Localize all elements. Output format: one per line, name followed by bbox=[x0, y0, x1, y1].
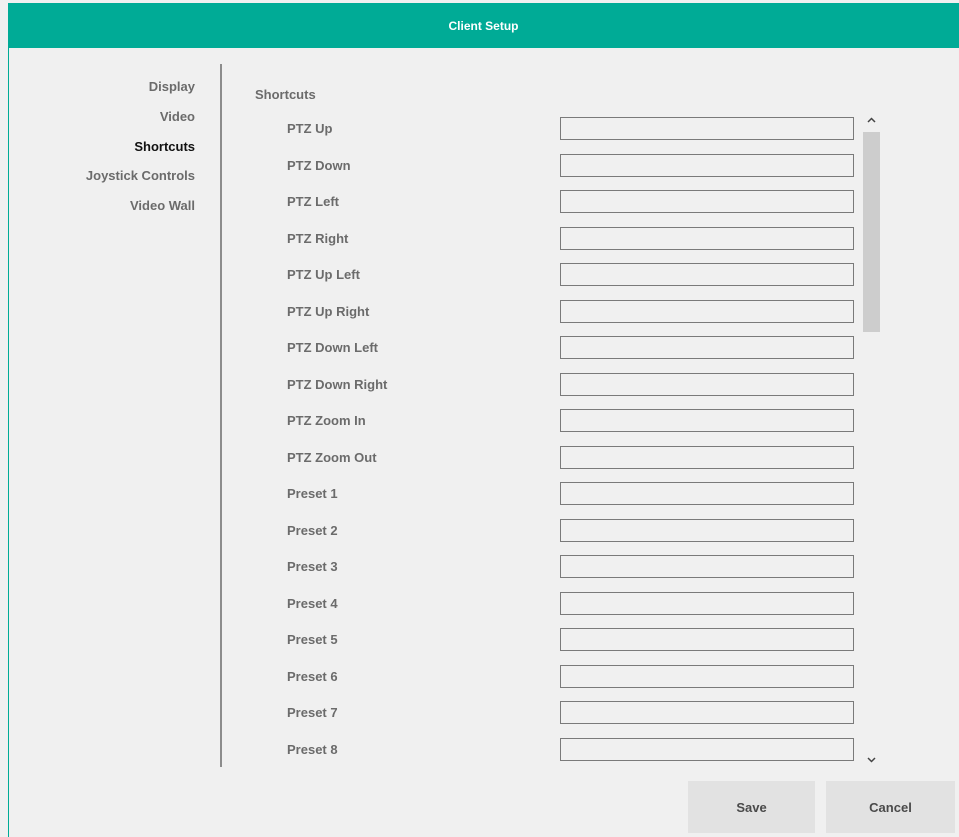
shortcut-key-field[interactable] bbox=[560, 154, 854, 177]
shortcut-label: Preset 4 bbox=[287, 596, 338, 611]
shortcut-label: PTZ Up Left bbox=[287, 267, 360, 282]
shortcut-key-field[interactable] bbox=[560, 263, 854, 286]
shortcut-key-field[interactable] bbox=[560, 300, 854, 323]
shortcut-list-scrollbar[interactable] bbox=[863, 112, 880, 768]
shortcut-label: PTZ Down Right bbox=[287, 377, 388, 392]
shortcut-key-field[interactable] bbox=[560, 665, 854, 688]
shortcut-label: PTZ Down bbox=[287, 158, 351, 173]
scroll-thumb[interactable] bbox=[863, 132, 880, 332]
shortcut-label: Preset 5 bbox=[287, 632, 338, 647]
save-button[interactable]: Save bbox=[688, 781, 815, 833]
shortcut-label: PTZ Down Left bbox=[287, 340, 378, 355]
shortcut-key-field[interactable] bbox=[560, 373, 854, 396]
shortcut-key-field[interactable] bbox=[560, 519, 854, 542]
shortcut-key-field[interactable] bbox=[560, 227, 854, 250]
shortcut-label: PTZ Up bbox=[287, 121, 333, 136]
shortcut-key-field[interactable] bbox=[560, 592, 854, 615]
shortcut-label: Preset 2 bbox=[287, 523, 338, 538]
shortcut-key-field[interactable] bbox=[560, 446, 854, 469]
client-setup-window: Client Setup Display Video Shortcuts Joy… bbox=[0, 0, 959, 837]
section-title: Shortcuts bbox=[255, 87, 316, 102]
shortcut-key-field[interactable] bbox=[560, 190, 854, 213]
shortcut-key-field[interactable] bbox=[560, 336, 854, 359]
shortcut-label: Preset 7 bbox=[287, 705, 338, 720]
window-title: Client Setup bbox=[448, 18, 519, 33]
shortcut-label: PTZ Zoom Out bbox=[287, 450, 377, 465]
window-title-bar: Client Setup bbox=[8, 3, 959, 48]
sidebar-item-shortcuts[interactable]: Shortcuts bbox=[134, 139, 195, 154]
shortcut-label: PTZ Up Right bbox=[287, 304, 370, 319]
sidebar-item-display[interactable]: Display bbox=[149, 79, 195, 94]
chevron-up-icon[interactable] bbox=[863, 112, 880, 128]
shortcut-label: Preset 6 bbox=[287, 669, 338, 684]
sidebar-divider bbox=[220, 64, 222, 767]
shortcut-key-field[interactable] bbox=[560, 628, 854, 651]
chevron-down-icon[interactable] bbox=[863, 752, 880, 768]
shortcut-label: PTZ Zoom In bbox=[287, 413, 366, 428]
shortcut-key-field[interactable] bbox=[560, 555, 854, 578]
shortcut-label: PTZ Left bbox=[287, 194, 339, 209]
shortcut-key-field[interactable] bbox=[560, 117, 854, 140]
window-border bbox=[8, 48, 9, 837]
cancel-button[interactable]: Cancel bbox=[826, 781, 955, 833]
shortcut-label: Preset 3 bbox=[287, 559, 338, 574]
sidebar-item-joystick-controls[interactable]: Joystick Controls bbox=[86, 168, 195, 183]
shortcut-key-field[interactable] bbox=[560, 482, 854, 505]
shortcut-key-field[interactable] bbox=[560, 701, 854, 724]
sidebar-item-video[interactable]: Video bbox=[160, 109, 195, 124]
shortcut-label: Preset 1 bbox=[287, 486, 338, 501]
shortcut-key-field[interactable] bbox=[560, 738, 854, 761]
shortcut-label: PTZ Right bbox=[287, 231, 349, 246]
sidebar-item-video-wall[interactable]: Video Wall bbox=[130, 198, 195, 213]
shortcut-label: Preset 8 bbox=[287, 742, 338, 757]
shortcut-key-field[interactable] bbox=[560, 409, 854, 432]
